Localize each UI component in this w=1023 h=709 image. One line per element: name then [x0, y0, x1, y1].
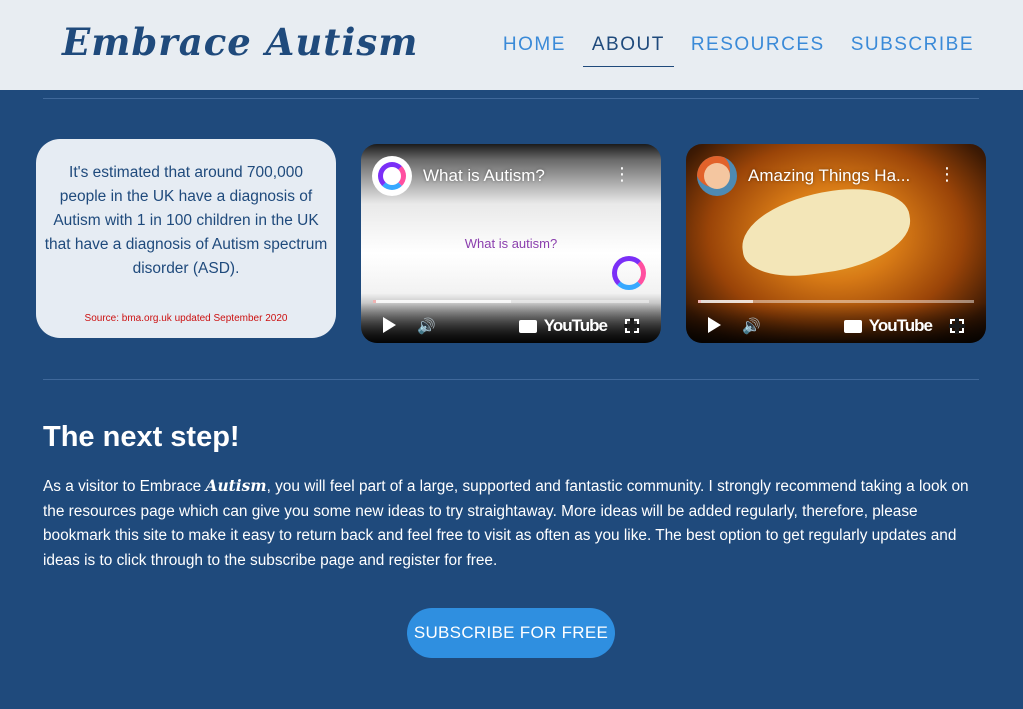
subscribe-for-free-button[interactable]: SUBSCRIBE FOR FREE: [407, 608, 615, 658]
site-header: Embrace Autism HOME ABOUT RESOURCES SUBS…: [0, 0, 1023, 90]
play-icon[interactable]: [383, 317, 396, 333]
progress-bar[interactable]: [373, 300, 649, 303]
channel-avatar[interactable]: [372, 156, 412, 196]
video-title[interactable]: What is Autism?: [423, 166, 545, 186]
nav-home[interactable]: HOME: [494, 30, 575, 67]
player-controls: 🔊 YouTube: [686, 303, 986, 343]
player-controls: 🔊 YouTube: [361, 303, 661, 343]
video-thumbnail-shape: [736, 180, 916, 284]
play-icon[interactable]: [708, 317, 721, 333]
main-nav: HOME ABOUT RESOURCES SUBSCRIBE: [486, 30, 983, 67]
nav-about[interactable]: ABOUT: [582, 30, 674, 67]
channel-avatar[interactable]: [697, 156, 737, 196]
divider-middle: [43, 379, 979, 380]
nav-resources[interactable]: RESOURCES: [682, 30, 834, 67]
video-embed-amazing-things[interactable]: Amazing Things Ha... ⋮ 🔊 YouTube: [686, 144, 986, 343]
section-paragraph: As a visitor to Embrace Autism, you will…: [43, 474, 983, 573]
nav-subscribe[interactable]: SUBSCRIBE: [842, 30, 983, 67]
youtube-logo[interactable]: YouTube: [544, 316, 608, 336]
fullscreen-icon[interactable]: [624, 318, 640, 334]
youtube-logo[interactable]: YouTube: [869, 316, 933, 336]
more-options-icon[interactable]: ⋮: [613, 166, 631, 184]
divider-top: [43, 98, 979, 99]
buffered-bar: [373, 300, 511, 303]
section-title: The next step!: [43, 421, 240, 453]
channel-logo-icon: [378, 162, 406, 190]
cartoon-face-icon: [704, 163, 730, 189]
stat-source: Source: bma.org.uk updated September 202…: [84, 313, 288, 324]
video-title[interactable]: Amazing Things Ha...: [748, 166, 910, 186]
paragraph-brand: Autism: [205, 477, 267, 495]
watermark-logo-icon: [612, 256, 646, 290]
site-brand[interactable]: Embrace Autism: [62, 20, 418, 64]
fullscreen-icon[interactable]: [949, 318, 965, 334]
captions-icon[interactable]: [519, 320, 537, 333]
more-options-icon[interactable]: ⋮: [938, 166, 956, 184]
video-frame-text: What is autism?: [464, 236, 558, 251]
paragraph-start: As a visitor to Embrace: [43, 478, 206, 495]
captions-icon[interactable]: [844, 320, 862, 333]
autism-stat-card: It's estimated that around 700,000 peopl…: [36, 139, 336, 338]
volume-icon[interactable]: 🔊: [742, 317, 761, 335]
buffered-bar: [698, 300, 754, 303]
stat-text: It's estimated that around 700,000 peopl…: [44, 164, 328, 277]
video-embed-what-is-autism[interactable]: What is Autism? ⋮ What is autism? 🔊 YouT…: [361, 144, 661, 343]
volume-icon[interactable]: 🔊: [417, 317, 436, 335]
progress-bar[interactable]: [698, 300, 974, 303]
